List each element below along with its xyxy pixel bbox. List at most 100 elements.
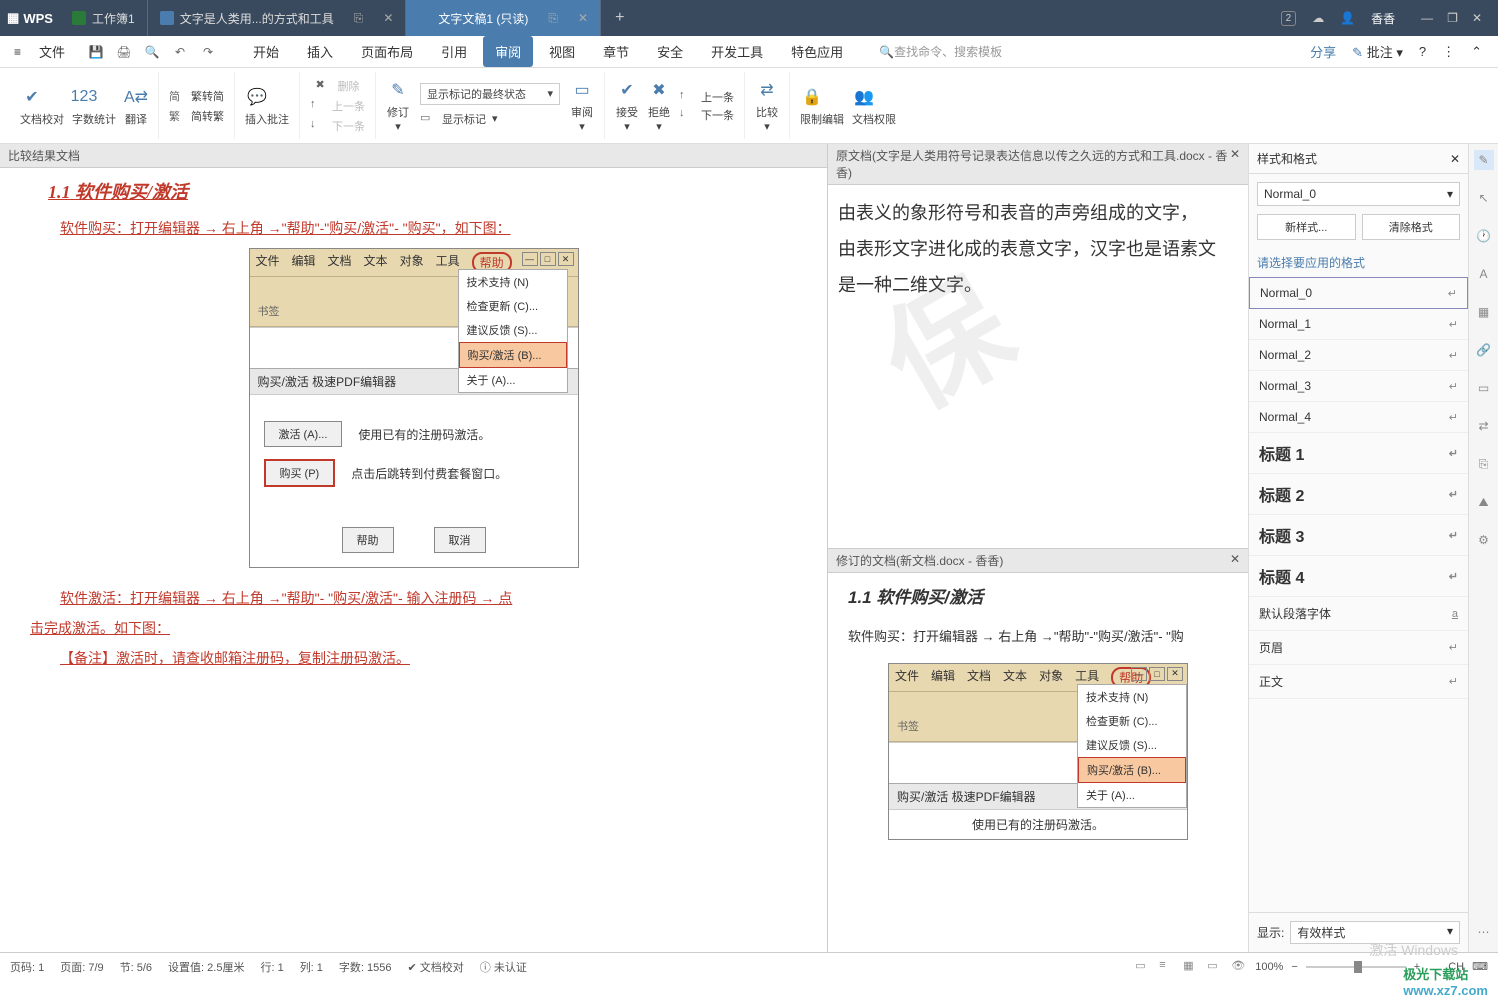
print-icon[interactable]: 🖨 [115, 43, 133, 61]
style-item[interactable]: Normal_4↵ [1249, 402, 1468, 433]
menu-tab-view[interactable]: 视图 [537, 36, 587, 67]
zoom-level[interactable]: 100% [1255, 961, 1283, 973]
track-changes-icon[interactable]: ✎ [386, 78, 410, 102]
prev-change-button[interactable]: ↑上一条 [679, 89, 734, 105]
more-icon[interactable]: ⋯ [1474, 922, 1494, 942]
close-icon[interactable]: ✕ [383, 11, 393, 25]
markup-display-select[interactable]: 显示标记的最终状态▾ [420, 83, 560, 105]
view-read-icon[interactable]: ▭ [1207, 959, 1223, 975]
zoom-out-button[interactable]: − [1291, 961, 1297, 973]
sb-proof[interactable]: ✔ 文档校对 [408, 959, 464, 975]
command-search[interactable]: 🔍 查找命令、搜索模板 [879, 43, 1002, 60]
style-item[interactable]: 页眉↵ [1249, 631, 1468, 665]
minimize-button[interactable]: — [1421, 11, 1433, 25]
style-item-heading[interactable]: 标题 3↵ [1249, 515, 1468, 556]
menu-tab-section[interactable]: 章节 [591, 36, 641, 67]
close-icon[interactable]: ✕ [578, 11, 588, 25]
new-style-button[interactable]: 新样式... [1257, 214, 1356, 240]
style-item[interactable]: 正文↵ [1249, 665, 1468, 699]
new-tab-button[interactable]: + [601, 0, 638, 36]
file-menu[interactable]: 文件 [31, 38, 73, 65]
menu-tab-special[interactable]: 特色应用 [779, 36, 855, 67]
to-traditional-button[interactable]: 繁简转繁 [169, 108, 224, 124]
menu-tab-insert[interactable]: 插入 [295, 36, 345, 67]
view-eye-icon[interactable]: 👁 [1231, 959, 1247, 975]
gear-icon[interactable]: ⚙ [1474, 530, 1494, 550]
tab-doc-active[interactable]: 文字文稿1 (只读)⎘✕ [406, 0, 601, 36]
preview-icon[interactable]: 🔍 [143, 43, 161, 61]
style-item[interactable]: Normal_0↵ [1249, 277, 1468, 309]
link-icon[interactable]: 🔗 [1474, 340, 1494, 360]
clock-icon[interactable]: 🕐 [1474, 226, 1494, 246]
zoom-slider[interactable] [1306, 966, 1406, 968]
permission-icon[interactable]: 👥 [852, 85, 876, 109]
sb-section[interactable]: 节: 5/6 [120, 959, 152, 975]
menu-tab-dev[interactable]: 开发工具 [699, 36, 775, 67]
share-link[interactable]: 分享 [1310, 42, 1336, 61]
collapse-ribbon-icon[interactable]: ⌃ [1471, 44, 1482, 60]
next-change-button[interactable]: ↓下一条 [679, 107, 734, 123]
style-item-heading[interactable]: 标题 4↵ [1249, 556, 1468, 597]
copy-icon[interactable]: ⎘ [1474, 454, 1494, 474]
sb-unauth[interactable]: ⓘ 未认证 [480, 959, 527, 975]
view-outline-icon[interactable]: ≡ [1159, 959, 1175, 975]
tab-workbook1[interactable]: 工作簿1 [60, 0, 148, 36]
translate-icon[interactable]: A⇄ [124, 85, 148, 109]
sb-words[interactable]: 字数: 1556 [339, 959, 392, 975]
tab-extra-icon[interactable]: ⎘ [354, 11, 364, 26]
more-icon[interactable]: ⋮ [1442, 44, 1455, 60]
view-print-icon[interactable]: ▭ [1135, 959, 1151, 975]
sb-col[interactable]: 列: 1 [300, 959, 323, 975]
maximize-button[interactable]: ❐ [1447, 11, 1458, 25]
menu-tab-security[interactable]: 安全 [645, 36, 695, 67]
to-simplified-button[interactable]: 简繁转简 [169, 88, 224, 104]
style-item[interactable]: 默认段落字体a [1249, 597, 1468, 631]
view-web-icon[interactable]: ▦ [1183, 959, 1199, 975]
tab-extra-icon[interactable]: ⎘ [548, 11, 558, 26]
undo-icon[interactable]: ↶ [171, 43, 189, 61]
accept-icon[interactable]: ✔ [615, 78, 639, 102]
menu-tab-ref[interactable]: 引用 [429, 36, 479, 67]
style-item[interactable]: Normal_3↵ [1249, 371, 1468, 402]
show-markup-button[interactable]: ▭显示标记 ▾ [420, 111, 560, 127]
style-item-heading[interactable]: 标题 2↵ [1249, 474, 1468, 515]
close-panel-icon[interactable]: ✕ [1230, 552, 1240, 569]
reject-icon[interactable]: ✖ [647, 78, 671, 102]
review-pane-icon[interactable]: ▭ [570, 78, 594, 102]
user-avatar-icon[interactable]: 👤 [1340, 11, 1355, 25]
image-icon[interactable]: ⛰ [1474, 492, 1494, 512]
cursor-icon[interactable]: ↖ [1474, 188, 1494, 208]
save-icon[interactable]: 💾 [87, 43, 105, 61]
insert-comment-icon[interactable]: 💬 [245, 85, 269, 109]
wordcount-icon[interactable]: 123 [72, 85, 96, 109]
close-panel-icon[interactable]: ✕ [1230, 147, 1240, 181]
style-item[interactable]: Normal_2↵ [1249, 340, 1468, 371]
menu-tab-start[interactable]: 开始 [241, 36, 291, 67]
sb-pagenum[interactable]: 页码: 1 [10, 959, 44, 975]
pencil-icon[interactable]: ✎ [1474, 150, 1494, 170]
current-style-select[interactable]: Normal_0▾ [1257, 182, 1460, 206]
close-button[interactable]: ✕ [1472, 11, 1482, 25]
sb-indent[interactable]: 设置值: 2.5厘米 [168, 959, 244, 975]
help-icon[interactable]: ? [1419, 44, 1426, 59]
tab-doc-source[interactable]: 文字是人类用...的方式和工具⎘✕ [148, 0, 407, 36]
layers-icon[interactable]: ▭ [1474, 378, 1494, 398]
close-style-panel-icon[interactable]: ✕ [1450, 152, 1460, 166]
clear-format-button[interactable]: 清除格式 [1362, 214, 1461, 240]
menu-tab-layout[interactable]: 页面布局 [349, 36, 425, 67]
sb-page[interactable]: 页面: 7/9 [60, 959, 103, 975]
gift-icon[interactable]: ☁ [1312, 11, 1324, 25]
proof-icon[interactable]: ✔ [20, 85, 44, 109]
badge-icon[interactable]: 2 [1281, 11, 1297, 26]
hamburger-icon[interactable]: ≡ [8, 41, 27, 63]
redo-icon[interactable]: ↷ [199, 43, 217, 61]
menu-tab-review[interactable]: 审阅 [483, 36, 533, 67]
share-icon[interactable]: ⇄ [1474, 416, 1494, 436]
sb-row[interactable]: 行: 1 [260, 959, 283, 975]
grid-icon[interactable]: ▦ [1474, 302, 1494, 322]
restrict-edit-icon[interactable]: 🔒 [800, 85, 824, 109]
compare-icon[interactable]: ⇄ [755, 78, 779, 102]
comment-link[interactable]: ✎ 批注 ▾ [1352, 42, 1403, 61]
style-item-heading[interactable]: 标题 1↵ [1249, 433, 1468, 474]
text-icon[interactable]: A [1474, 264, 1494, 284]
